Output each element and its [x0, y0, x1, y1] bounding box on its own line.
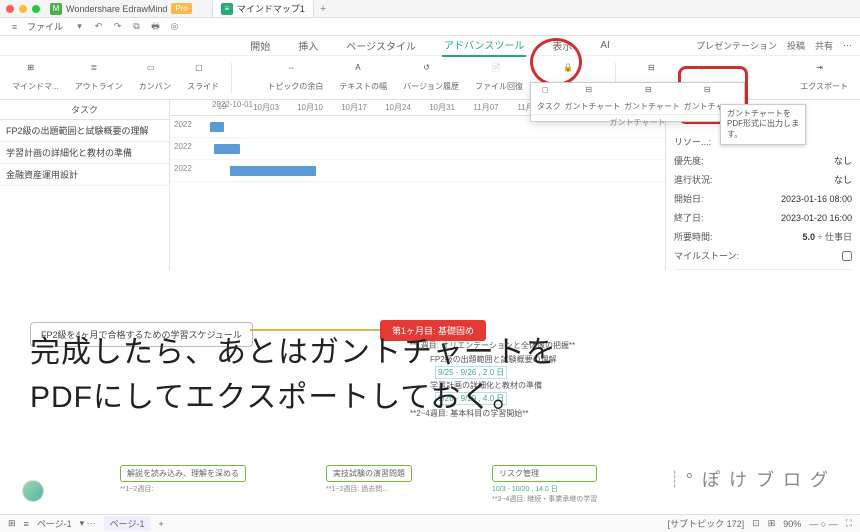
tab-view[interactable]: 表示	[550, 35, 574, 56]
dd-gantt1[interactable]: ⊟ガントチャート	[564, 85, 620, 112]
tab-advanced[interactable]: アドバンスツール	[442, 34, 526, 57]
header-actions: プレゼンテーション 投稿 共有 ⋯	[696, 39, 852, 52]
export-button[interactable]: ⇥エクスポート	[794, 61, 854, 94]
mini-topic[interactable]: 実技試験の演習問題	[326, 465, 412, 482]
tasks-header: タスク	[0, 100, 169, 120]
gantt-month: 2022-10-01	[212, 100, 253, 109]
minimize-window[interactable]	[19, 5, 27, 13]
undo-icon[interactable]: ↶	[92, 20, 105, 33]
dd-footer: ガントチャート	[531, 114, 744, 130]
more-icon[interactable]: ⋯	[843, 40, 852, 51]
milestone-checkbox[interactable]	[842, 251, 852, 261]
doc-icon: ≡	[221, 3, 233, 15]
redo-icon[interactable]: ↷	[111, 20, 124, 33]
titlebar: M Wondershare EdrawMind Pro ≡ マインドマップ1 +	[0, 0, 860, 18]
blog-watermark: ┊° ぽ け ブ ロ グ	[666, 466, 830, 492]
annotation-text: 完成したら、あとはガントチャートを PDFにしてエクスポートしておく。	[30, 330, 557, 420]
topic-margin[interactable]: ⇔トピックの余白	[261, 61, 329, 94]
duration-label: 所要時間:	[674, 230, 713, 243]
start-label: 開始日:	[674, 192, 704, 205]
pro-badge: Pro	[171, 3, 191, 14]
presentation-button[interactable]: プレゼンテーション	[696, 39, 777, 52]
document-tab[interactable]: ≡ マインドマップ1	[212, 0, 314, 18]
milestone-label: マイルストーン:	[674, 249, 739, 262]
grid-icon[interactable]: ⊞	[768, 518, 776, 529]
tab-start[interactable]: 開始	[248, 35, 272, 56]
gantt-row: 2022	[170, 138, 665, 160]
page-selector[interactable]: ページ-1	[37, 517, 72, 530]
duration-value[interactable]: 5.0	[803, 232, 816, 242]
mini-topic[interactable]: リスク管理	[492, 465, 597, 482]
view-mindmap[interactable]: ⊞マインドマ...	[6, 61, 65, 94]
post-button[interactable]: 投稿	[787, 39, 805, 52]
menubar: ≡ ファイル ▾ ↶ ↷ ⧉ 🖶 ◎	[0, 18, 860, 36]
mini-topic[interactable]: 解説を読み込み、理解を深める	[120, 465, 246, 482]
subtopic-count: [サブトピック 172]	[668, 517, 745, 530]
file-recover[interactable]: 📄ファイル回復	[469, 61, 529, 94]
preview-icon[interactable]: ◎	[168, 20, 181, 33]
tab-pagestyle[interactable]: ページスタイル	[344, 35, 418, 56]
app-icon: M	[50, 3, 62, 15]
gantt-dropdown: ◻タスク ⊟ガントチャート ⊟ガントチャート ⊟ガントチャー... ガントチャー…	[530, 82, 745, 122]
new-tab-button[interactable]: +	[320, 3, 326, 15]
layers-icon[interactable]: ⊞	[8, 518, 16, 529]
app-title: Wondershare EdrawMind	[66, 4, 167, 14]
tasks-panel: タスク FP2級の出題範囲と試験概要の理解 学習計画の詳細化と教材の準備 金融資…	[0, 100, 170, 270]
window-controls	[6, 5, 40, 13]
close-window[interactable]	[6, 5, 14, 13]
view-slide[interactable]: ▢スライド	[181, 61, 225, 94]
fit-icon[interactable]: ⊡	[752, 518, 760, 529]
print-icon[interactable]: 🖶	[149, 20, 162, 33]
view-kanban[interactable]: ▭カンバン	[133, 61, 177, 94]
add-page[interactable]: +	[159, 519, 164, 529]
tooltip: ガントチャートを PDF形式に出力しま す。	[720, 104, 806, 145]
progress-value[interactable]: なし	[834, 173, 852, 186]
tab-ai[interactable]: AI	[598, 37, 611, 54]
maximize-window[interactable]	[32, 5, 40, 13]
avatar[interactable]	[22, 480, 44, 502]
share-button[interactable]: 共有	[815, 39, 833, 52]
menu-icon[interactable]: ≡	[8, 20, 21, 33]
priority-label: 優先度:	[674, 154, 704, 167]
zoom-value[interactable]: 90%	[783, 519, 801, 529]
end-value[interactable]: 2023-01-20 16:00	[781, 213, 852, 223]
start-value[interactable]: 2023-01-16 08:00	[781, 194, 852, 204]
copy-icon[interactable]: ⧉	[130, 20, 143, 33]
version-history[interactable]: ↺バージョン履歴	[397, 61, 465, 94]
text-width[interactable]: Aテキストの幅	[333, 61, 393, 94]
ribbon-tabs: 開始 挿入 ページスタイル アドバンスツール 表示 AI プレゼンテーション 投…	[0, 36, 860, 56]
task-row[interactable]: 学習計画の詳細化と教材の準備	[0, 142, 169, 164]
progress-label: 進行状況:	[674, 173, 713, 186]
priority-value[interactable]: なし	[834, 154, 852, 167]
doc-tab-label: マインドマップ1	[237, 2, 305, 15]
save-icon[interactable]: ▾	[73, 20, 86, 33]
list-icon[interactable]: ≡	[24, 519, 29, 529]
mini-trees: 解説を読み込み、理解を深める **1~2週目: 実技試験の演習問題 **1~2週…	[120, 465, 597, 504]
fullscreen-icon[interactable]: ⛶	[846, 518, 852, 529]
end-label: 終了日:	[674, 211, 704, 224]
file-menu[interactable]: ファイル	[27, 20, 63, 33]
dd-task[interactable]: ◻タスク	[537, 85, 561, 112]
task-row[interactable]: FP2級の出題範囲と試験概要の理解	[0, 120, 169, 142]
task-row[interactable]: 金融資産運用設計	[0, 164, 169, 186]
gantt-row: 2022	[170, 160, 665, 182]
dd-gantt2[interactable]: ⊟ガントチャート	[624, 85, 680, 112]
statusbar: ⊞ ≡ ページ-1 ▾ ⋯ ページ-1 + [サブトピック 172] ⊡ ⊞ 9…	[0, 514, 860, 532]
view-outline[interactable]: ≣アウトライン	[69, 61, 129, 94]
tab-insert[interactable]: 挿入	[296, 35, 320, 56]
resource-label: リソー...:	[674, 135, 711, 148]
page-tab[interactable]: ページ-1	[104, 516, 151, 531]
